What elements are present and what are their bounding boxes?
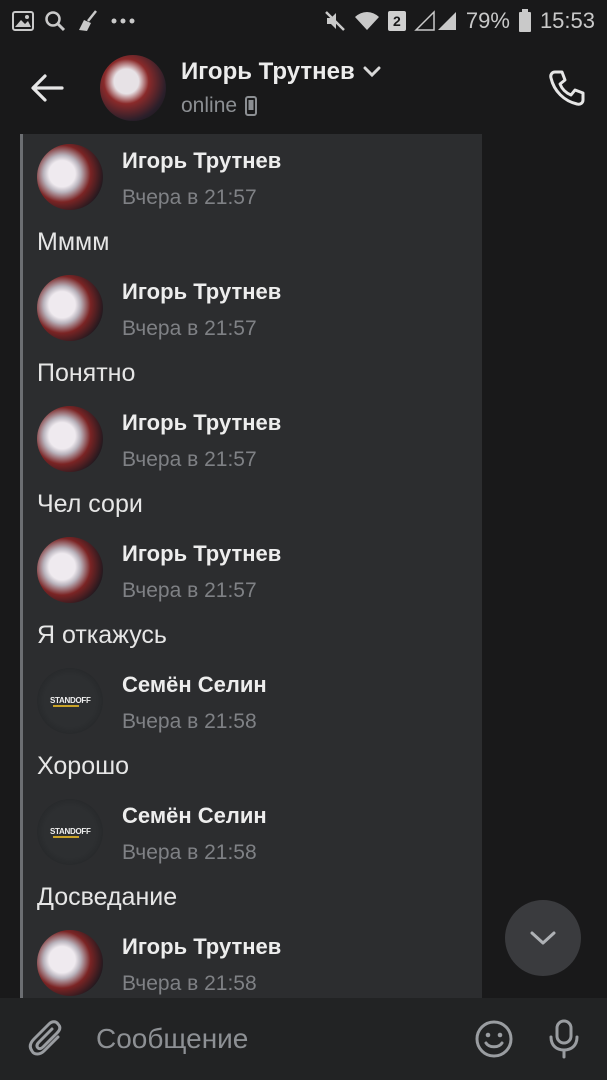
message-time: Вчера в 21:58 xyxy=(122,710,257,733)
message-time: Вчера в 21:57 xyxy=(122,317,257,340)
message-text: Мммм xyxy=(37,228,110,256)
contact-avatar[interactable] xyxy=(100,55,166,121)
message-text: Досведание xyxy=(37,883,178,911)
forward-quote-line xyxy=(20,134,23,998)
message-text: Хорошо xyxy=(37,752,130,780)
message-time: Вчера в 21:57 xyxy=(122,579,257,602)
chat-header: Игорь Трутнев online xyxy=(0,42,607,134)
phone-icon xyxy=(549,70,585,106)
author-avatar[interactable] xyxy=(37,537,103,603)
forwarded-message: Игорь Трутнев Вчера в 21:58 xyxy=(37,930,477,996)
voice-message-button[interactable] xyxy=(529,998,599,1080)
emoji-button[interactable] xyxy=(459,998,529,1080)
mute-icon xyxy=(324,10,346,32)
broom-icon xyxy=(76,10,100,32)
clock: 15:53 xyxy=(539,8,595,33)
signal-icon xyxy=(414,10,458,32)
author-avatar[interactable] xyxy=(37,275,103,341)
contact-info[interactable]: Игорь Трутнев online xyxy=(181,58,381,118)
chat-area[interactable]: Игорь Трутнев Вчера в 21:57 Мммм Игорь Т… xyxy=(0,134,607,998)
forwarded-message: Игорь Трутнев Вчера в 21:57 Я откажусь xyxy=(37,537,477,650)
message-input[interactable] xyxy=(94,998,459,1080)
forwarded-message: STANDOFF Семён Селин Вчера в 21:58 Хорош… xyxy=(37,668,477,781)
battery-icon xyxy=(518,9,532,33)
message-text: Понятно xyxy=(37,359,136,387)
more-icon xyxy=(110,17,136,25)
message-author[interactable]: Семён Селин xyxy=(122,803,267,829)
message-time: Вчера в 21:58 xyxy=(122,972,257,995)
status-bar: 2 79% 15:53 xyxy=(0,0,607,42)
contact-status: online xyxy=(181,94,238,117)
avatar-logo: STANDOFF xyxy=(50,827,91,836)
author-avatar[interactable] xyxy=(37,930,103,996)
message-author[interactable]: Игорь Трутнев xyxy=(122,934,281,960)
microphone-icon xyxy=(549,1019,579,1059)
image-icon xyxy=(12,11,34,31)
contact-name: Игорь Трутнев xyxy=(181,58,355,85)
author-avatar[interactable]: STANDOFF xyxy=(37,799,103,865)
sim-badge: 2 xyxy=(387,11,406,31)
smile-icon xyxy=(475,1020,513,1058)
message-time: Вчера в 21:58 xyxy=(122,841,257,864)
chevron-down-icon xyxy=(530,931,556,945)
attach-button[interactable] xyxy=(0,998,94,1080)
call-button[interactable] xyxy=(527,42,607,134)
forwarded-message: Игорь Трутнев Вчера в 21:57 Чел сори xyxy=(37,406,477,519)
forwarded-message: Игорь Трутнев Вчера в 21:57 Понятно xyxy=(37,275,477,388)
message-time: Вчера в 21:57 xyxy=(122,186,257,209)
scroll-to-bottom-button[interactable] xyxy=(505,900,581,976)
avatar-logo: STANDOFF xyxy=(50,696,91,705)
message-time: Вчера в 21:57 xyxy=(122,448,257,471)
author-avatar[interactable] xyxy=(37,144,103,210)
message-composer xyxy=(0,998,607,1080)
message-text: Чел сори xyxy=(37,490,143,518)
message-author[interactable]: Игорь Трутнев xyxy=(122,148,281,174)
back-arrow-icon xyxy=(31,74,64,102)
search-icon xyxy=(44,10,66,32)
chevron-down-icon xyxy=(363,66,381,78)
back-button[interactable] xyxy=(0,42,94,134)
message-author[interactable]: Игорь Трутнев xyxy=(122,541,281,567)
author-avatar[interactable]: STANDOFF xyxy=(37,668,103,734)
message-author[interactable]: Семён Селин xyxy=(122,672,267,698)
paperclip-icon xyxy=(28,1020,62,1056)
author-avatar[interactable] xyxy=(37,406,103,472)
message-author[interactable]: Игорь Трутнев xyxy=(122,279,281,305)
forwarded-message: Игорь Трутнев Вчера в 21:57 Мммм xyxy=(37,144,477,257)
message-author[interactable]: Игорь Трутнев xyxy=(122,410,281,436)
message-text: Я откажусь xyxy=(37,621,167,649)
mobile-device-icon xyxy=(245,96,258,116)
forwarded-message: STANDOFF Семён Селин Вчера в 21:58 Досве… xyxy=(37,799,477,912)
battery-percent: 79% xyxy=(465,8,510,33)
wifi-icon xyxy=(354,10,380,32)
